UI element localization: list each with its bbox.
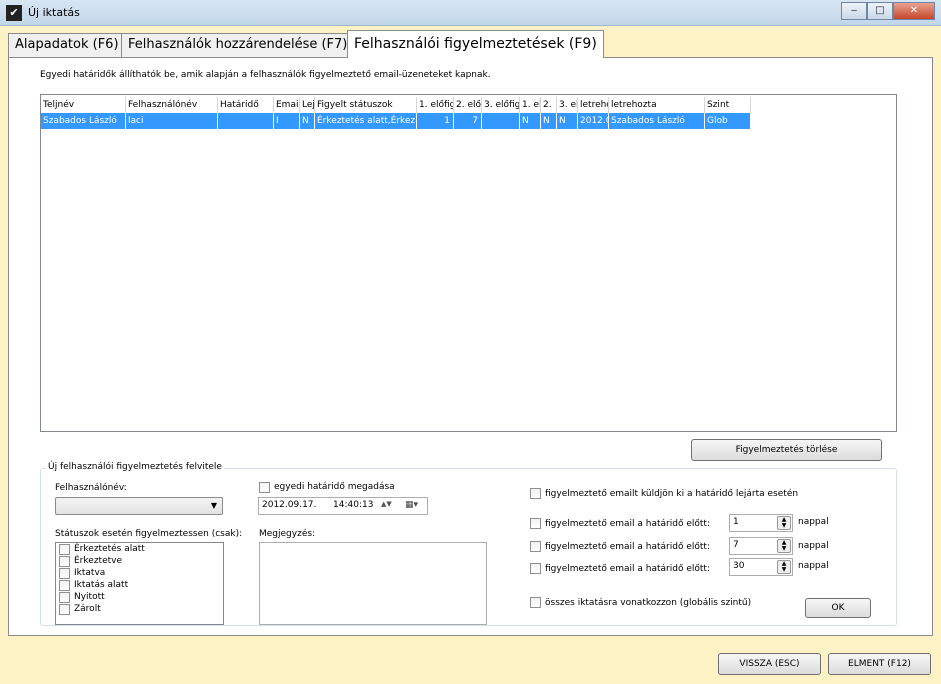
tab-figyelmeztetesek[interactable]: Felhasználói figyelmeztetések (F9) <box>347 30 604 58</box>
username-combo[interactable]: ▼ <box>55 497 223 515</box>
checkbox[interactable] <box>59 603 70 615</box>
column-header[interactable]: 2. <box>541 97 557 113</box>
spin-arrows-icon[interactable]: ▲ ▼ <box>777 539 791 553</box>
column-header[interactable]: 1. előfig <box>417 97 454 113</box>
column-header[interactable]: 3. előfig <box>482 97 520 113</box>
column-header[interactable]: 3. el <box>557 97 578 113</box>
list-item[interactable]: Iktatva <box>56 567 223 579</box>
group-title: Új felhasználói figyelmeztetés felvitele <box>46 462 224 472</box>
warnings-grid[interactable]: Teljnév Felhasználónév Határidő Email Le… <box>40 94 897 432</box>
grid-cell: Érkeztetés alatt,Érkez <box>315 113 417 129</box>
before-days-stepper-3[interactable]: 30 ▲ ▼ <box>729 558 793 576</box>
column-header[interactable]: Határidő <box>218 97 274 113</box>
spin-arrows-icon[interactable]: ▲ ▼ <box>777 560 791 574</box>
global-label: összes iktatásra vonatkozzon (globális s… <box>545 598 752 608</box>
column-header[interactable]: Teljnév <box>41 97 126 113</box>
list-item[interactable]: Érkeztetve <box>56 555 223 567</box>
grid-cell <box>482 113 520 129</box>
grid-cell: I <box>274 113 300 129</box>
time-value: 14:40:13 <box>333 500 374 510</box>
window-title: Új iktatás <box>28 6 80 19</box>
before-email-checkbox-2[interactable] <box>530 541 541 552</box>
list-item[interactable]: Iktatás alatt <box>56 579 223 591</box>
grid-cell: Szabados László <box>609 113 705 129</box>
maximize-icon[interactable]: □ <box>867 2 893 20</box>
grid-cell: N <box>300 113 315 129</box>
checkbox[interactable] <box>59 567 70 579</box>
list-item[interactable]: Nyitott <box>56 591 223 603</box>
dove-icon: ✔ <box>6 5 22 21</box>
expiry-email-label: figyelmeztető emailt küldjön ki a határi… <box>545 489 799 499</box>
column-header[interactable]: 2. elő <box>454 97 482 113</box>
date-value: 2012.09.17. <box>262 500 317 510</box>
expiry-email-checkbox[interactable] <box>530 488 541 499</box>
column-header[interactable]: 1. el <box>520 97 541 113</box>
before-email-checkbox-1[interactable] <box>530 518 541 529</box>
grid-cell: 7 <box>454 113 482 129</box>
ok-button[interactable]: OK <box>805 598 871 618</box>
list-item[interactable]: Zárolt <box>56 603 223 615</box>
column-header[interactable]: letrehozta <box>609 97 705 113</box>
date-time-picker[interactable]: 2012.09.17. 14:40:13 ▲▼ ▦▾ <box>258 497 428 515</box>
username-label: Felhasználónév: <box>55 483 127 493</box>
column-header[interactable]: letrehc <box>578 97 609 113</box>
column-header[interactable]: Email <box>274 97 300 113</box>
global-checkbox[interactable] <box>530 597 541 608</box>
column-header[interactable]: Lej <box>300 97 315 113</box>
custom-deadline-label: egyedi határidő megadása <box>274 482 395 492</box>
custom-deadline-checkbox[interactable] <box>259 482 270 493</box>
checkbox[interactable] <box>59 591 70 603</box>
back-button[interactable]: VISSZA (ESC) <box>718 653 821 675</box>
checkbox[interactable] <box>59 555 70 567</box>
grid-cell <box>218 113 274 129</box>
before-email-label: figyelmeztető email a határidő előtt: <box>545 542 710 552</box>
grid-cell: laci <box>126 113 218 129</box>
window-titlebar: ✔ Új iktatás ‒ □ ✕ <box>0 0 941 26</box>
before-email-checkbox-3[interactable] <box>530 563 541 574</box>
window-controls: ‒ □ ✕ <box>841 2 935 20</box>
spinner-icon[interactable]: ▲▼ <box>381 500 392 508</box>
status-label: Státuszok esetén figyelmeztessen (csak): <box>55 529 243 539</box>
note-textarea[interactable] <box>259 542 487 625</box>
grid-cell: 2012.0 <box>578 113 609 129</box>
column-header[interactable]: Szint <box>705 97 751 113</box>
tab-alapadatok[interactable]: Alapadatok (F6) <box>8 33 126 57</box>
list-item[interactable]: Érkeztetés alatt <box>56 543 223 555</box>
spin-arrows-icon[interactable]: ▲ ▼ <box>777 516 791 530</box>
status-list[interactable]: Érkeztetés alatt Érkeztetve Iktatva Ikta… <box>55 542 224 625</box>
checkbox[interactable] <box>59 579 70 591</box>
before-email-label: figyelmeztető email a határidő előtt: <box>545 564 710 574</box>
grid-cell: Glob <box>705 113 751 129</box>
column-header[interactable]: Felhasználónév <box>126 97 218 113</box>
checkbox[interactable] <box>59 543 70 555</box>
minimize-icon[interactable]: ‒ <box>841 2 867 20</box>
note-label: Megjegyzés: <box>259 529 316 539</box>
days-label: nappal <box>798 541 829 551</box>
grid-cell: Szabados László <box>41 113 126 129</box>
days-label: nappal <box>798 517 829 527</box>
table-row[interactable]: Szabados László laci I N Érkeztetés alat… <box>41 113 751 129</box>
tab-felhasznalok[interactable]: Felhasználók hozzárendelése (F7) <box>121 33 355 57</box>
before-email-label: figyelmeztető email a határidő előtt: <box>545 519 710 529</box>
chevron-down-icon: ▼ <box>210 501 217 510</box>
grid-cell: N <box>541 113 557 129</box>
grid-cell: 1 <box>417 113 454 129</box>
close-icon[interactable]: ✕ <box>893 2 935 20</box>
before-days-stepper-2[interactable]: 7 ▲ ▼ <box>729 537 793 555</box>
save-button[interactable]: ELMENT (F12) <box>828 653 931 675</box>
calendar-icon[interactable]: ▦▾ <box>405 500 418 510</box>
grid-header: Teljnév Felhasználónév Határidő Email Le… <box>41 97 751 113</box>
delete-warning-button[interactable]: Figyelmeztetés törlése <box>691 439 882 461</box>
grid-cell: N <box>520 113 541 129</box>
before-days-stepper-1[interactable]: 1 ▲ ▼ <box>729 514 793 532</box>
days-label: nappal <box>798 561 829 571</box>
info-text: Egyedi határidők állíthatók be, amik ala… <box>40 70 491 80</box>
grid-cell: N <box>557 113 578 129</box>
column-header[interactable]: Figyelt státuszok <box>315 97 417 113</box>
